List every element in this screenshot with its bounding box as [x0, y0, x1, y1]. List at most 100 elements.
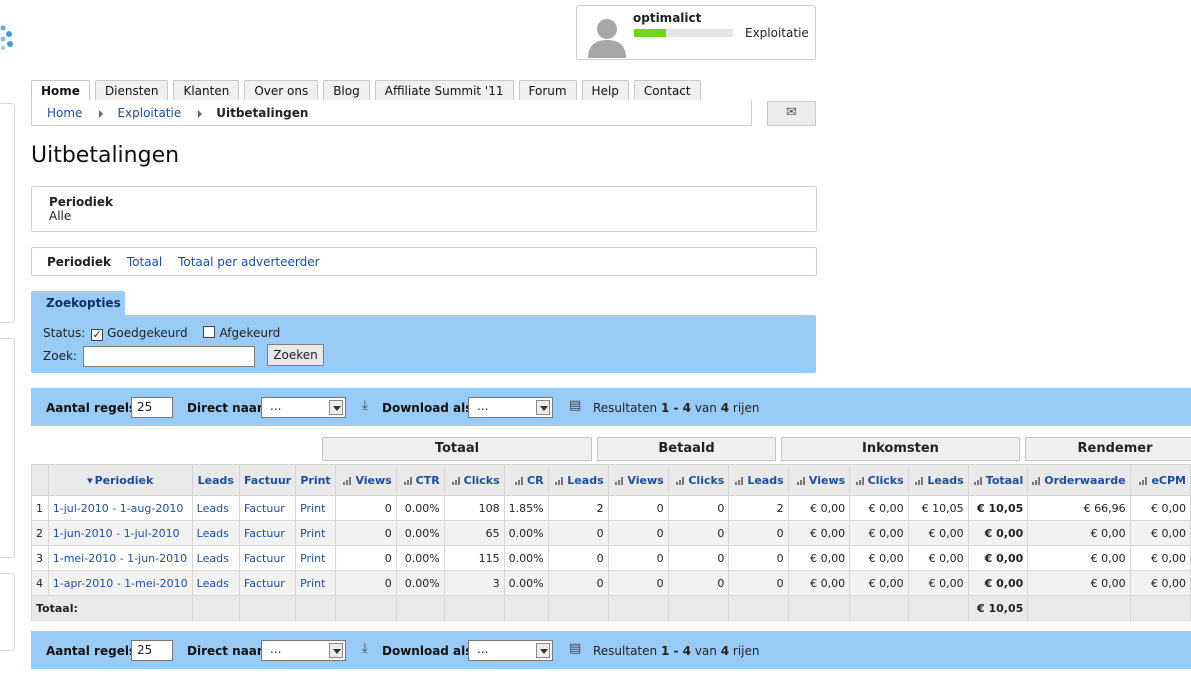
cell-betaald-clicks: 0 [667, 495, 730, 521]
payouts-table: Periodiek Leads Factuur Print Views CTR … [31, 464, 1191, 621]
cell-views: 0 [334, 495, 397, 521]
cell-clicks: 115 [443, 545, 505, 571]
cell-ecpm: € 0,00 [1129, 495, 1191, 521]
results-range: 1 - 4 [660, 644, 691, 658]
cell-leads-link[interactable]: Leads [191, 545, 240, 571]
cell-factuur-link[interactable]: Factuur [238, 495, 297, 521]
col-header-periodiek[interactable]: Periodiek [47, 464, 193, 496]
results-mid: van [694, 644, 717, 658]
goedgekeurd-label[interactable]: Goedgekeurd [107, 326, 188, 340]
tab-help[interactable]: Help [581, 80, 629, 101]
total-cell [547, 595, 609, 621]
cell-row-index: 4 [31, 570, 49, 596]
rows-input[interactable]: 25 [131, 640, 173, 661]
envelope-icon: ✉ [786, 105, 797, 120]
cell-print-link[interactable]: Print [295, 545, 336, 571]
cell-ecpm: € 0,00 [1129, 520, 1191, 546]
cell-periodiek-link[interactable]: 1-apr-2010 - 1-mei-2010 [47, 570, 193, 596]
cell-leads-link[interactable]: Leads [191, 520, 240, 546]
bar-chart-icon [615, 475, 624, 485]
cell-factuur-link[interactable]: Factuur [238, 545, 297, 571]
results-summary: Resultaten 1 - 4 van 4 rijen [593, 644, 760, 658]
group-header-inkomsten: Inkomsten [781, 437, 1020, 461]
cell-print-link[interactable]: Print [295, 520, 336, 546]
subnav-totaal-per-adverteerder[interactable]: Totaal per adverteerder [178, 255, 319, 269]
col-header-orderwaarde[interactable]: Orderwaarde [1027, 464, 1131, 496]
rows-input[interactable]: 25 [131, 397, 173, 418]
table-row: 1 1-jul-2010 - 1-aug-2010 Leads Factuur Prin… [31, 495, 1191, 521]
bar-chart-icon [451, 475, 460, 485]
cell-leads-link[interactable]: Leads [191, 570, 240, 596]
results-toolbar-bottom: Aantal regels: 25 Direct naar: ... ⤓ Dow… [31, 631, 1191, 669]
tab-diensten[interactable]: Diensten [94, 80, 169, 101]
download-select[interactable]: ... [468, 397, 553, 418]
col-header-inkomsten-clicks[interactable]: Clicks [849, 464, 909, 496]
download-label: Download als: [382, 644, 478, 658]
cell-ctr: 0.00% [395, 545, 445, 571]
goedgekeurd-checkbox[interactable]: ✓ [91, 329, 104, 341]
user-name[interactable]: optimalict [633, 11, 701, 25]
col-header-leads-link[interactable]: Leads [191, 464, 240, 496]
printer-icon: ▤ [569, 398, 582, 413]
cell-inkomsten-totaal: € 10,05 [967, 495, 1029, 521]
col-header-inkomsten-totaal[interactable]: Totaal [967, 464, 1029, 496]
col-header-leads[interactable]: Leads [547, 464, 609, 496]
cell-leads-link[interactable]: Leads [191, 495, 240, 521]
col-header-cr[interactable]: CR [503, 464, 549, 496]
avatar[interactable] [585, 14, 629, 58]
breadcrumb: Home Exploitatie Uitbetalingen [31, 100, 752, 126]
subnav-totaal[interactable]: Totaal [127, 255, 162, 269]
col-header-factuur[interactable]: Factuur [238, 464, 297, 496]
cell-orderwaarde: € 0,00 [1027, 545, 1131, 571]
download-select[interactable]: ... [468, 640, 553, 661]
cell-factuur-link[interactable]: Factuur [238, 570, 297, 596]
table-total-row: Totaal: € 10,05 [31, 595, 1191, 621]
col-header-label: Orderwaarde [1044, 473, 1126, 487]
tab-zoekopties[interactable]: Zoekopties [31, 291, 125, 316]
tab-affiliate-summit[interactable]: Affiliate Summit '11 [374, 80, 514, 101]
cell-print-link[interactable]: Print [295, 495, 336, 521]
mail-button[interactable]: ✉ [767, 101, 816, 126]
cell-periodiek-link[interactable]: 1-jul-2010 - 1-aug-2010 [47, 495, 193, 521]
tab-home[interactable]: Home [31, 80, 90, 102]
total-cell [667, 595, 730, 621]
col-header-betaald-clicks[interactable]: Clicks [667, 464, 730, 496]
col-header-inkomsten-leads[interactable]: Leads [907, 464, 969, 496]
status-label: Status: [43, 326, 86, 340]
col-header-ecpm[interactable]: eCPM [1129, 464, 1191, 496]
col-header-ctr[interactable]: CTR [395, 464, 445, 496]
total-label: Totaal: [31, 595, 193, 621]
col-header-views[interactable]: Views [334, 464, 397, 496]
cell-clicks: 65 [443, 520, 505, 546]
tab-forum[interactable]: Forum [518, 80, 577, 101]
col-header-label: Clicks [867, 473, 904, 487]
tab-contact[interactable]: Contact [633, 80, 701, 101]
zoeken-button[interactable]: Zoeken [267, 344, 324, 366]
cell-views: 0 [334, 570, 397, 596]
tab-over-ons[interactable]: Over ons [244, 80, 319, 101]
breadcrumb-home[interactable]: Home [47, 106, 82, 120]
tab-blog[interactable]: Blog [323, 80, 370, 101]
afgekeurd-label[interactable]: Afgekeurd [219, 326, 280, 340]
direct-select[interactable]: ... [261, 397, 346, 418]
search-input[interactable] [82, 346, 255, 367]
cell-periodiek-link[interactable]: 1-jun-2010 - 1-jul-2010 [47, 520, 193, 546]
cell-inkomsten-clicks: € 0,00 [849, 545, 909, 571]
cell-periodiek-link[interactable]: 1-mei-2010 - 1-jun-2010 [47, 545, 193, 571]
col-header-betaald-leads[interactable]: Leads [728, 464, 789, 496]
cell-views: 0 [334, 520, 397, 546]
col-header-inkomsten-views[interactable]: Views [787, 464, 851, 496]
periodiek-panel: Periodiek Alle [31, 186, 817, 232]
col-header-clicks[interactable]: Clicks [443, 464, 505, 496]
direct-select[interactable]: ... [261, 640, 346, 661]
col-header-betaald-views[interactable]: Views [607, 464, 669, 496]
cell-factuur-link[interactable]: Factuur [238, 520, 297, 546]
direct-select-value: ... [270, 642, 282, 656]
breadcrumb-exploitatie[interactable]: Exploitatie [117, 106, 181, 120]
subnav-periodiek[interactable]: Periodiek [47, 255, 111, 269]
tab-klanten[interactable]: Klanten [173, 80, 240, 101]
col-header-print[interactable]: Print [295, 464, 336, 496]
afgekeurd-checkbox[interactable] [203, 326, 216, 338]
cell-betaald-leads: 0 [728, 570, 789, 596]
cell-print-link[interactable]: Print [295, 570, 336, 596]
